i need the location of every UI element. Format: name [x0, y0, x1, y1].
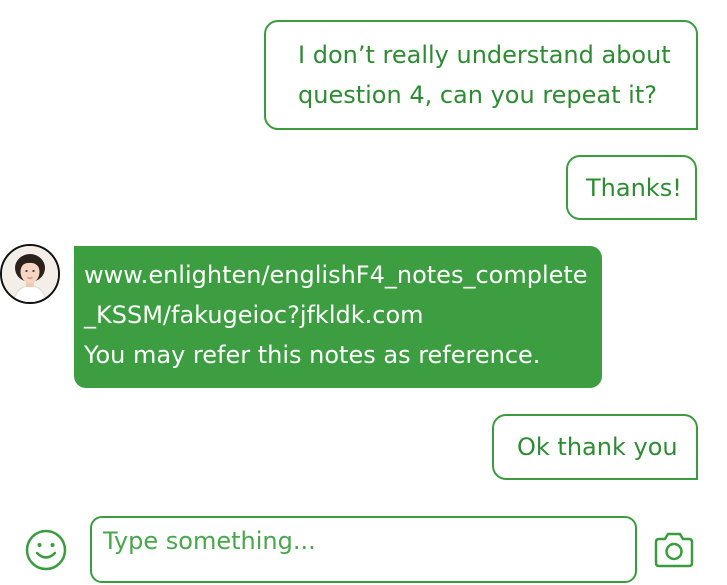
smiley-icon[interactable]: [24, 528, 68, 572]
avatar-image: [2, 246, 58, 302]
outgoing-message: Ok thank you: [492, 414, 698, 480]
message-input-box[interactable]: [90, 516, 637, 583]
message-link-continued[interactable]: _KSSM/fakugeioc?jfkldk.com: [84, 295, 602, 335]
avatar[interactable]: [0, 244, 60, 304]
message-line: question 4, can you repeat it?: [298, 81, 657, 109]
message-link[interactable]: www.enlighten/englishF4_notes_complete: [84, 255, 602, 295]
message-line: Ok thank you: [517, 433, 678, 461]
message-line: I don’t really understand about: [298, 41, 671, 69]
message-line: Thanks!: [586, 174, 682, 202]
chat-window: I don’t really understand about question…: [0, 0, 727, 585]
outgoing-message: Thanks!: [566, 155, 697, 220]
outgoing-message: I don’t really understand about question…: [264, 20, 698, 130]
incoming-message: www.enlighten/englishF4_notes_complete _…: [74, 246, 602, 388]
message-input[interactable]: [101, 526, 625, 556]
message-line: You may refer this notes as reference.: [84, 341, 541, 369]
camera-icon[interactable]: [652, 530, 696, 570]
